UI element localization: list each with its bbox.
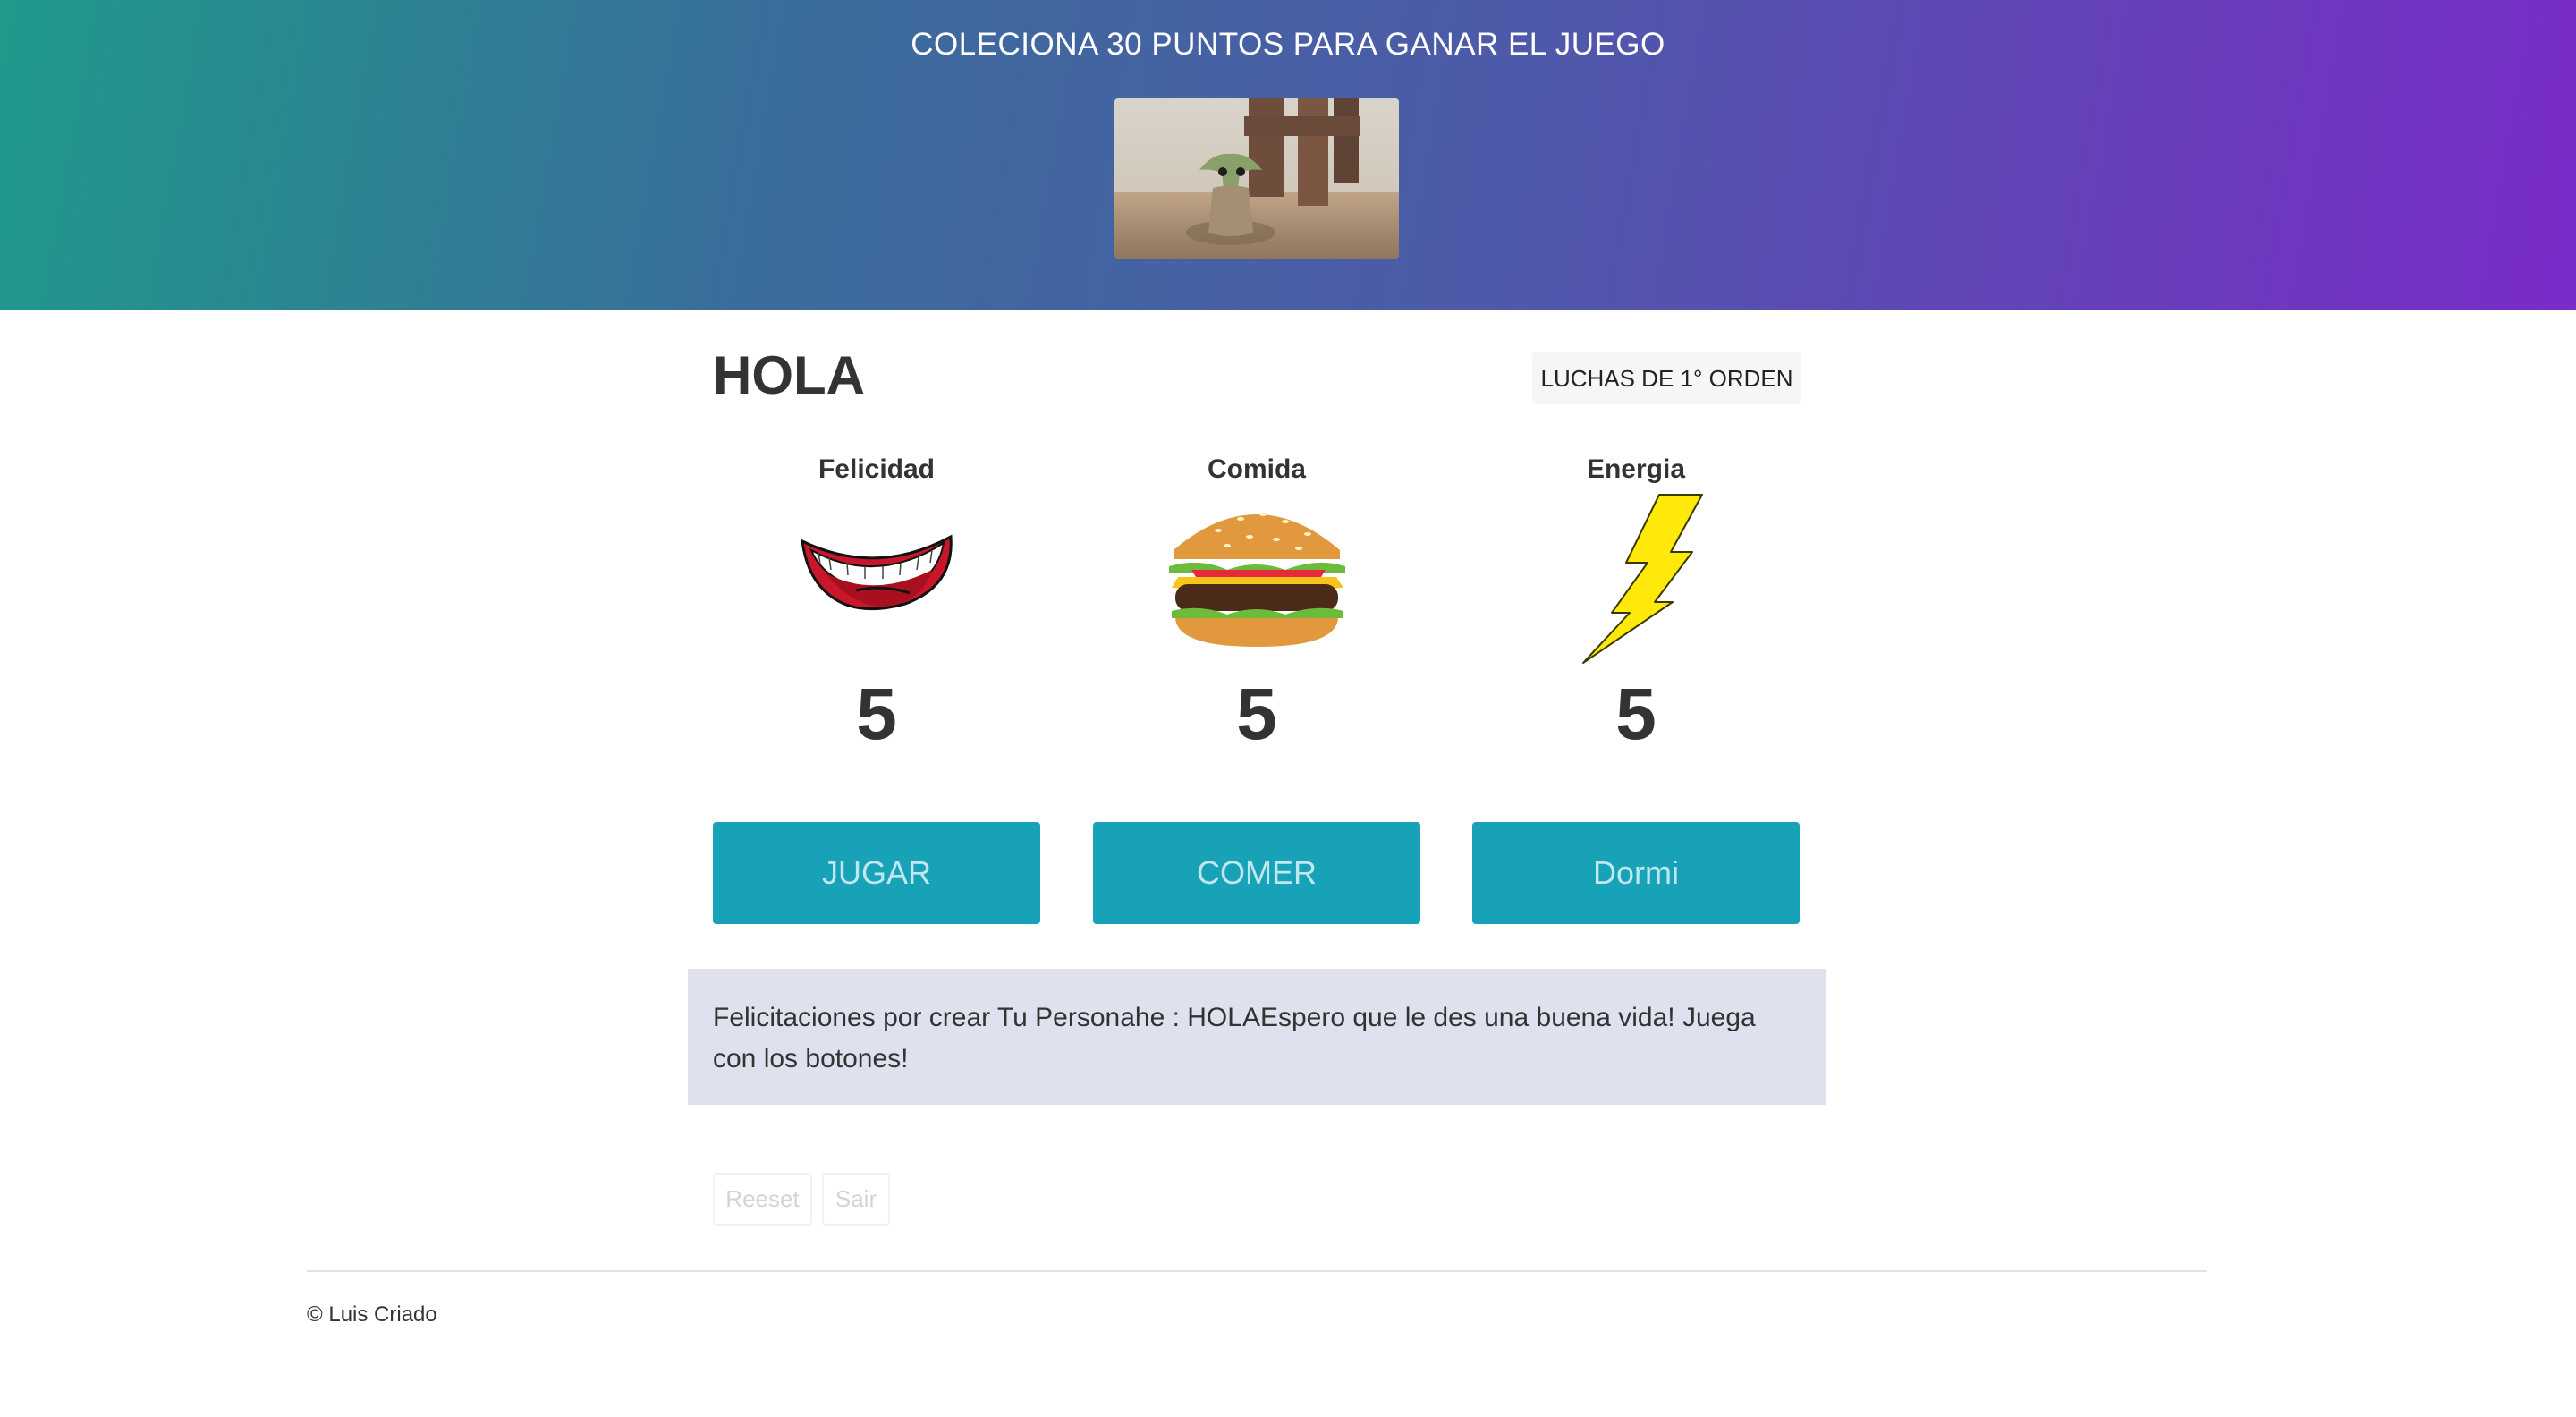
header-banner: COLECIONA 30 PUNTOS PARA GANAR EL JUEGO <box>0 0 2576 310</box>
stat-label: Comida <box>1207 454 1306 484</box>
footer-divider <box>307 1270 2207 1272</box>
stat-value: 5 <box>856 674 897 755</box>
stat-value: 5 <box>1615 674 1657 755</box>
stat-value: 5 <box>1236 674 1277 755</box>
team-badge: LUCHAS DE 1° ORDEN <box>1532 352 1801 404</box>
exit-button[interactable]: Sair <box>822 1173 890 1226</box>
character-photo <box>1114 98 1399 259</box>
eat-button[interactable]: COMER <box>1093 822 1420 924</box>
stat-label: Energia <box>1586 454 1686 484</box>
footer-copyright: © Luis Criado <box>307 1302 437 1327</box>
reset-button[interactable]: Reeset <box>713 1173 812 1226</box>
lightning-icon <box>1472 488 1800 666</box>
burger-icon <box>1093 488 1420 666</box>
status-message: Felicitaciones por crear Tu Personahe : … <box>688 969 1826 1105</box>
mouth-smile-icon <box>713 488 1040 666</box>
sleep-button[interactable]: Dormi <box>1472 822 1800 924</box>
play-button[interactable]: JUGAR <box>713 822 1040 924</box>
stat-happiness: Felicidad 5 <box>713 452 1040 759</box>
stat-food: Comida 5 <box>1093 452 1420 759</box>
goal-title: COLECIONA 30 PUNTOS PARA GANAR EL JUEGO <box>911 27 1665 62</box>
character-name: HOLA <box>713 345 865 405</box>
stat-energy: Energia 5 <box>1472 452 1800 759</box>
stat-label: Felicidad <box>818 454 936 484</box>
